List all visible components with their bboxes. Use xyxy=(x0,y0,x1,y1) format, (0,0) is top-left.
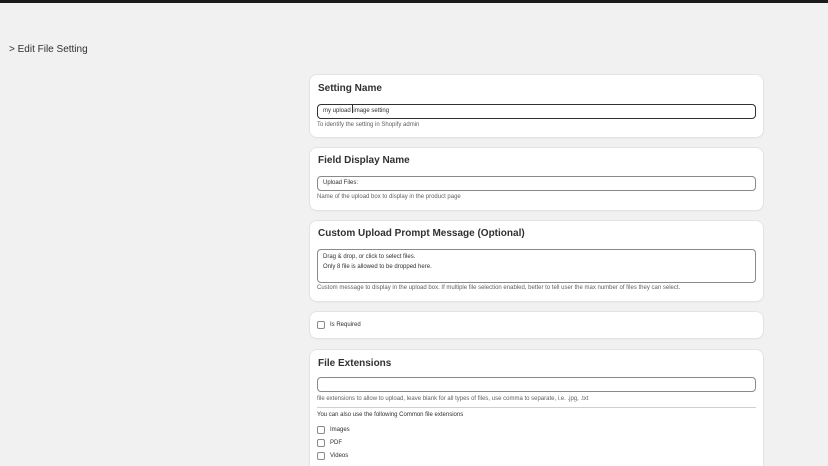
pdf-checkbox[interactable] xyxy=(317,439,325,447)
pdf-label: PDF xyxy=(330,440,342,446)
setting-name-input[interactable]: my upload image setting xyxy=(317,104,756,119)
required-card: Is Required xyxy=(310,312,763,338)
videos-label: Videos xyxy=(330,453,349,459)
file-extensions-divider xyxy=(317,407,756,408)
images-checkbox[interactable] xyxy=(317,426,325,434)
field-display-name-input[interactable]: Upload Files: xyxy=(317,176,756,191)
is-required-label: Is Required xyxy=(330,322,361,328)
setting-name-card: Setting Name my upload image setting To … xyxy=(310,75,763,137)
custom-prompt-line-2: Only 8 file is allowed to be dropped her… xyxy=(323,264,432,270)
field-display-name-help: Name of the upload box to display in the… xyxy=(317,194,461,200)
file-extensions-title: File Extensions xyxy=(318,358,392,369)
setting-name-help: To identify the setting in Shopify admin xyxy=(317,122,420,128)
setting-name-title: Setting Name xyxy=(318,83,382,94)
file-extensions-card: File Extensions file extensions to allow… xyxy=(310,350,763,466)
custom-prompt-line-1: Drag & drop, or click to select files. xyxy=(323,254,416,260)
videos-checkbox[interactable] xyxy=(317,452,325,460)
custom-prompt-title: Custom Upload Prompt Message (Optional) xyxy=(318,228,525,239)
field-display-name-title: Field Display Name xyxy=(318,155,410,166)
custom-prompt-help: Custom message to display in the upload … xyxy=(317,285,681,291)
custom-prompt-textarea[interactable]: Drag & drop, or click to select files. O… xyxy=(317,249,756,283)
top-bar xyxy=(0,0,828,3)
field-display-name-card: Field Display Name Upload Files: Name of… xyxy=(310,148,763,210)
page-breadcrumb[interactable]: > Edit File Setting xyxy=(9,44,88,55)
images-label: Images xyxy=(330,427,350,433)
custom-prompt-card: Custom Upload Prompt Message (Optional) … xyxy=(310,221,763,301)
file-extensions-help: file extensions to allow to upload, leav… xyxy=(317,396,589,402)
setting-name-value-end: image setting xyxy=(353,108,390,114)
common-extensions-label: You can also use the following Common fi… xyxy=(317,412,464,418)
setting-name-value-start: my upload xyxy=(323,108,353,114)
is-required-checkbox[interactable] xyxy=(317,321,325,329)
file-extensions-input[interactable] xyxy=(317,377,756,392)
